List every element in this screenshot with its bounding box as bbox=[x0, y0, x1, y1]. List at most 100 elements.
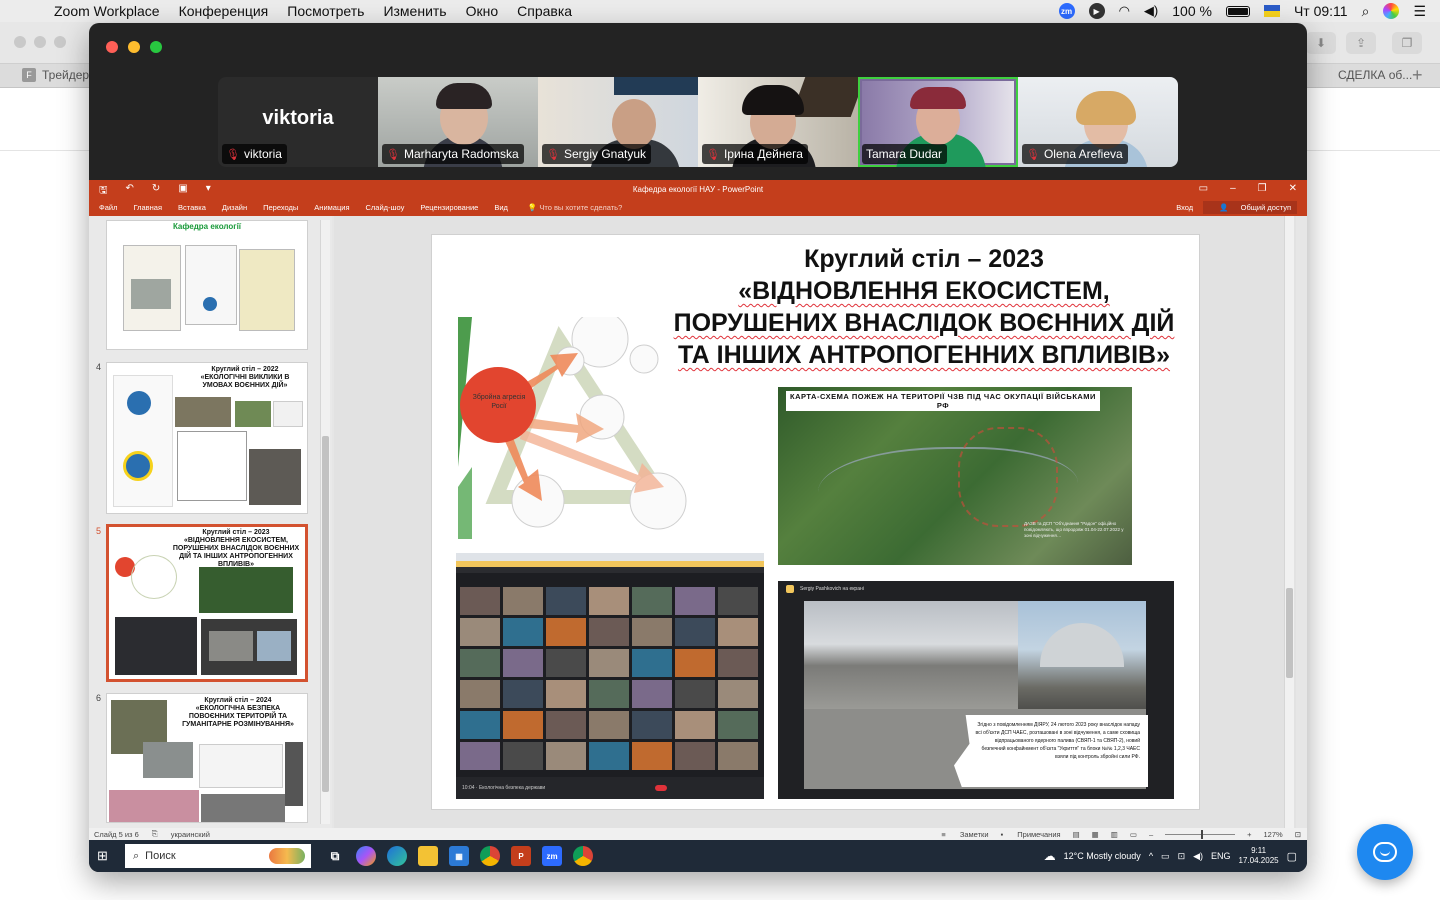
zoom-in-icon[interactable]: + bbox=[1247, 830, 1251, 839]
language-indicator[interactable]: ENG bbox=[1211, 851, 1231, 861]
normal-view-icon[interactable]: ▤ bbox=[1073, 830, 1080, 839]
gallery-participant-thumb bbox=[718, 587, 758, 615]
browser-share-icon[interactable]: ⇪ bbox=[1346, 32, 1376, 54]
spotlight-search-icon[interactable]: ⌕ bbox=[1362, 3, 1370, 20]
notifications-icon[interactable]: ▢ bbox=[1287, 850, 1297, 863]
spellcheck-icon[interactable]: ⎘ bbox=[152, 829, 158, 839]
menu-window[interactable]: Окно bbox=[466, 3, 499, 19]
slide-thumbnail[interactable]: Круглий стіл – 2024 «ЕКОЛОГІЧНА БЕЗПЕКА … bbox=[106, 693, 308, 823]
siri-icon[interactable] bbox=[1383, 3, 1400, 19]
store-icon[interactable]: ▦ bbox=[449, 846, 469, 866]
slide-thumbnail[interactable]: Круглий стіл – 2022 «ЕКОЛОГІЧНІ ВИКЛИКИ … bbox=[106, 362, 308, 514]
weather-cloud-icon[interactable]: ☁ bbox=[1044, 849, 1056, 863]
task-view-icon[interactable]: ⧉ bbox=[325, 846, 345, 866]
participant-tile[interactable]: 🎙 Ірина Дейнега bbox=[698, 77, 858, 167]
ppt-restore-button[interactable]: ❐ bbox=[1258, 183, 1267, 194]
browser-tab-deal[interactable]: СДЕЛКА об... bbox=[1338, 68, 1412, 82]
window-minimize-button[interactable] bbox=[128, 41, 140, 53]
tab-review[interactable]: Рецензирование bbox=[420, 203, 478, 212]
zoom-slider[interactable] bbox=[1165, 829, 1236, 839]
reading-view-icon[interactable]: ▥ bbox=[1111, 830, 1118, 839]
file-explorer-icon[interactable] bbox=[418, 846, 438, 866]
browser-download-icon[interactable]: ⬇ bbox=[1306, 32, 1336, 54]
ppt-close-button[interactable]: ✕ bbox=[1289, 183, 1297, 194]
wifi-icon[interactable]: ◠ bbox=[1119, 3, 1130, 19]
ribbon-display-options-icon[interactable]: ▭ bbox=[1199, 183, 1208, 194]
windows-start-icon[interactable]: ⊞ bbox=[97, 848, 125, 864]
new-tab-button[interactable]: + bbox=[1412, 65, 1423, 86]
zoom-level[interactable]: 127% bbox=[1264, 830, 1283, 839]
canvas-scrollbar[interactable] bbox=[1284, 216, 1294, 828]
zoom-status-icon[interactable]: zm bbox=[1058, 3, 1075, 19]
person-icon: 👤 bbox=[1219, 202, 1229, 212]
menu-conference[interactable]: Конференция bbox=[179, 3, 269, 19]
participant-tile[interactable]: viktoria 🎙 viktoria bbox=[218, 77, 378, 167]
zoom-out-icon[interactable]: – bbox=[1149, 830, 1153, 839]
sign-in-link[interactable]: Вход bbox=[1176, 203, 1193, 212]
taskbar-search-box[interactable]: ⌕ Поиск bbox=[125, 844, 311, 868]
comments-button[interactable]: ▪ Примечания bbox=[1001, 830, 1061, 839]
control-center-icon[interactable]: ☰ bbox=[1413, 3, 1426, 20]
battery-icon[interactable] bbox=[1225, 5, 1250, 17]
battery-tray-icon[interactable]: ▭ bbox=[1161, 851, 1170, 862]
map-caption: КАРТА-СХЕМА ПОЖЕЖ НА ТЕРИТОРІЇ ЧЗВ ПІД Ч… bbox=[786, 391, 1100, 411]
browser-tab-trader[interactable]: F Трейдер bbox=[22, 68, 89, 82]
thumbnail-scrollbar[interactable] bbox=[320, 220, 330, 824]
ppt-minimize-button[interactable]: – bbox=[1230, 183, 1236, 194]
tab-animations[interactable]: Анимация bbox=[314, 203, 349, 212]
tab-design[interactable]: Дизайн bbox=[222, 203, 247, 212]
windows-taskbar: ⊞ ⌕ Поиск ⧉ ▦ P zm ☁ 12°C Mostly cloudy … bbox=[89, 840, 1307, 872]
current-slide[interactable]: Круглий стіл – 2023 «ВІДНОВЛЕННЯ ЕКОСИСТ… bbox=[431, 234, 1200, 810]
browser-zoom-button[interactable] bbox=[54, 36, 66, 48]
browser-close-button[interactable] bbox=[14, 36, 26, 48]
chrome-icon[interactable] bbox=[480, 846, 500, 866]
slide-thumbnail-selected[interactable]: Круглий стіл – 2023 «ВІДНОВЛЕННЯ ЕКОСИСТ… bbox=[106, 524, 308, 682]
gallery-participant-thumb bbox=[460, 618, 500, 646]
tab-insert[interactable]: Вставка bbox=[178, 203, 206, 212]
slide-thumbnail[interactable]: Кафедра екології bbox=[106, 220, 308, 350]
muted-mic-icon: 🎙 bbox=[706, 148, 720, 161]
slideshow-view-icon[interactable]: ▭ bbox=[1130, 830, 1137, 839]
participant-tile[interactable]: 🎙 Olena Arefieva bbox=[1018, 77, 1178, 167]
keyboard-layout-flag-icon[interactable] bbox=[1263, 5, 1280, 17]
volume-icon[interactable]: ◀) bbox=[1144, 3, 1158, 19]
share-button[interactable]: 👤 Общий доступ bbox=[1203, 200, 1297, 214]
browser-tabs-overview-icon[interactable]: ❐ bbox=[1392, 32, 1422, 54]
thumbnail-number: 5 bbox=[96, 526, 102, 536]
menu-help[interactable]: Справка bbox=[517, 3, 572, 19]
window-close-button[interactable] bbox=[106, 41, 118, 53]
tab-home[interactable]: Главная bbox=[133, 203, 162, 212]
menu-app-name[interactable]: Zoom Workplace bbox=[54, 3, 160, 19]
video-caption: Згідно з повідомленням ДІЯРУ, 24 лютого … bbox=[975, 722, 1140, 760]
menubar-clock[interactable]: Чт 09:11 bbox=[1294, 3, 1348, 19]
tab-file[interactable]: Файл bbox=[99, 203, 117, 212]
powerpoint-icon[interactable]: P bbox=[511, 846, 531, 866]
taskbar-clock[interactable]: 9:11 17.04.2025 bbox=[1239, 846, 1279, 866]
language-indicator[interactable]: украинский bbox=[171, 830, 210, 839]
notes-button[interactable]: ≡ Заметки bbox=[941, 830, 988, 839]
window-zoom-button[interactable] bbox=[150, 41, 162, 53]
menu-view[interactable]: Посмотреть bbox=[287, 3, 364, 19]
edge-icon[interactable] bbox=[387, 846, 407, 866]
participant-tile[interactable]: 🎙 Sergiy Gnatyuk bbox=[538, 77, 698, 167]
tab-slideshow[interactable]: Слайд-шоу bbox=[366, 203, 405, 212]
chrome-profile-icon[interactable] bbox=[573, 846, 593, 866]
browser-minimize-button[interactable] bbox=[34, 36, 46, 48]
zoom-icon[interactable]: zm bbox=[542, 846, 562, 866]
network-tray-icon[interactable]: ⊡ bbox=[1178, 851, 1186, 862]
tab-transitions[interactable]: Переходы bbox=[263, 203, 298, 212]
weather-text[interactable]: 12°C Mostly cloudy bbox=[1064, 851, 1141, 861]
screen-share-status-icon[interactable]: ▶ bbox=[1088, 3, 1105, 19]
gallery-participant-thumb bbox=[718, 618, 758, 646]
participant-tile[interactable]: 🎙 Marharyta Radomska bbox=[378, 77, 538, 167]
menu-edit[interactable]: Изменить bbox=[383, 3, 446, 19]
copilot-icon[interactable] bbox=[356, 846, 376, 866]
tray-overflow-icon[interactable]: ^ bbox=[1149, 851, 1153, 861]
tab-view[interactable]: Вид bbox=[494, 203, 508, 212]
tell-me-search[interactable]: 💡 Что вы хотите сделать? bbox=[528, 203, 622, 212]
volume-tray-icon[interactable]: ◀) bbox=[1193, 851, 1203, 862]
participant-tile-active-speaker[interactable]: Tamara Dudar bbox=[858, 77, 1018, 167]
fit-slide-icon[interactable]: ⊡ bbox=[1295, 830, 1301, 839]
chat-support-button[interactable] bbox=[1357, 824, 1413, 880]
slide-sorter-icon[interactable]: ▦ bbox=[1092, 830, 1099, 839]
